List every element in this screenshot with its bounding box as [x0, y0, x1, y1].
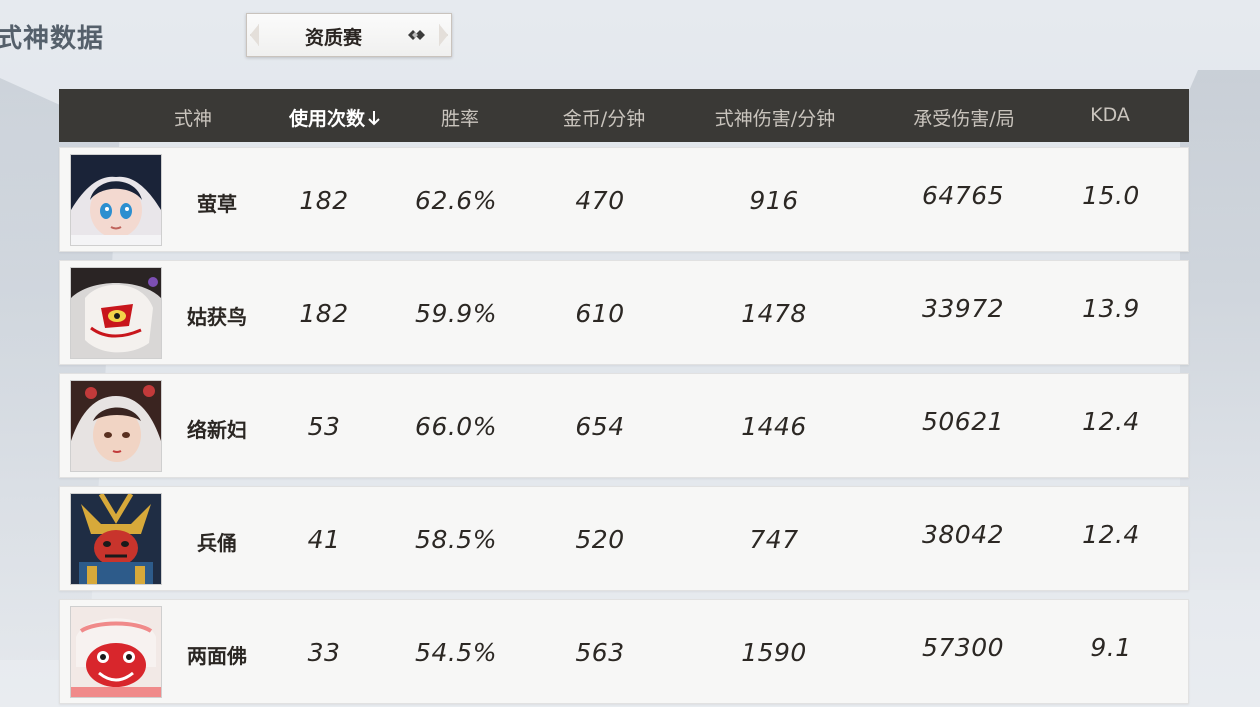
damage-per-min-value: 1478 [741, 299, 807, 328]
shikigami-name: 姑获鸟 [187, 305, 247, 329]
table-row[interactable]: 两面佛 33 54.5% 563 1590 57300 9.1 [59, 599, 1189, 704]
table-header: 式神 使用次数 胜率 金币/分钟 式神伤害/分钟 承受伤害/局 KDA [59, 89, 1189, 142]
gold-per-min-value: 563 [575, 638, 625, 667]
damage-taken-value: 38042 [921, 520, 1005, 549]
table-row[interactable]: 络新妇 53 66.0% 654 1446 50621 12.4 [59, 373, 1189, 478]
shikigami-name: 络新妇 [187, 418, 247, 442]
uses-value: 182 [299, 186, 349, 215]
kda-value: 12.4 [1082, 520, 1140, 549]
damage-per-min-value: 916 [749, 186, 799, 215]
kda-value: 9.1 [1090, 633, 1132, 662]
uses-value: 53 [307, 412, 341, 441]
kda-value: 15.0 [1082, 181, 1140, 210]
gold-per-min-value: 610 [575, 299, 625, 328]
avatar-liangmianfo [70, 606, 162, 698]
win-rate-value: 66.0% [415, 412, 497, 441]
header-uses-label: 使用次数 [288, 108, 366, 130]
avatar-guhuoniao [70, 267, 162, 359]
header-shikigami[interactable]: 式神 [174, 104, 212, 131]
damage-per-min-value: 1590 [741, 638, 807, 667]
uses-value: 33 [307, 638, 341, 667]
mode-select-dropdown[interactable]: 资质赛 [246, 13, 452, 57]
damage-taken-value: 64765 [921, 181, 1005, 210]
avatar-yingcao [70, 154, 162, 246]
shikigami-name: 萤草 [197, 192, 237, 216]
kda-value: 13.9 [1082, 294, 1140, 323]
damage-per-min-value: 747 [749, 525, 799, 554]
header-win-rate[interactable]: 胜率 [441, 104, 479, 131]
damage-taken-value: 50621 [921, 407, 1005, 436]
header-uses[interactable]: 使用次数 [289, 104, 381, 131]
header-kda[interactable]: KDA [1090, 104, 1130, 126]
uses-value: 182 [299, 299, 349, 328]
kda-value: 12.4 [1082, 407, 1140, 436]
gold-per-min-value: 470 [575, 186, 625, 215]
shikigami-name: 兵俑 [197, 531, 237, 555]
shikigami-data-table: 式神 使用次数 胜率 金币/分钟 式神伤害/分钟 承受伤害/局 KDA 萤草 1… [59, 89, 1189, 704]
table-row[interactable]: 萤草 182 62.6% 470 916 64765 15.0 [59, 147, 1189, 252]
damage-taken-value: 33972 [921, 294, 1005, 323]
shikigami-name: 两面佛 [187, 644, 247, 668]
background-roof [1180, 70, 1260, 590]
mode-select-label: 资质赛 [305, 27, 363, 49]
uses-value: 41 [307, 525, 341, 554]
gold-per-min-value: 520 [575, 525, 625, 554]
table-row[interactable]: 姑获鸟 182 59.9% 610 1478 33972 13.9 [59, 260, 1189, 365]
win-rate-value: 62.6% [415, 186, 497, 215]
win-rate-value: 59.9% [415, 299, 497, 328]
avatar-bingyong [70, 493, 162, 585]
diamond-switch-icon [408, 30, 425, 40]
win-rate-value: 54.5% [415, 638, 497, 667]
header-damage-taken[interactable]: 承受伤害/局 [913, 104, 1014, 131]
gold-per-min-value: 654 [575, 412, 625, 441]
damage-taken-value: 57300 [921, 633, 1005, 662]
page-title: 式神数据 [0, 24, 105, 54]
header-gold-per-min[interactable]: 金币/分钟 [563, 104, 645, 131]
win-rate-value: 58.5% [415, 525, 497, 554]
table-row[interactable]: 兵俑 41 58.5% 520 747 38042 12.4 [59, 486, 1189, 591]
arrow-down-icon [368, 111, 380, 126]
avatar-luoxinfu [70, 380, 162, 472]
damage-per-min-value: 1446 [741, 412, 807, 441]
header-damage-per-min[interactable]: 式神伤害/分钟 [715, 104, 835, 131]
